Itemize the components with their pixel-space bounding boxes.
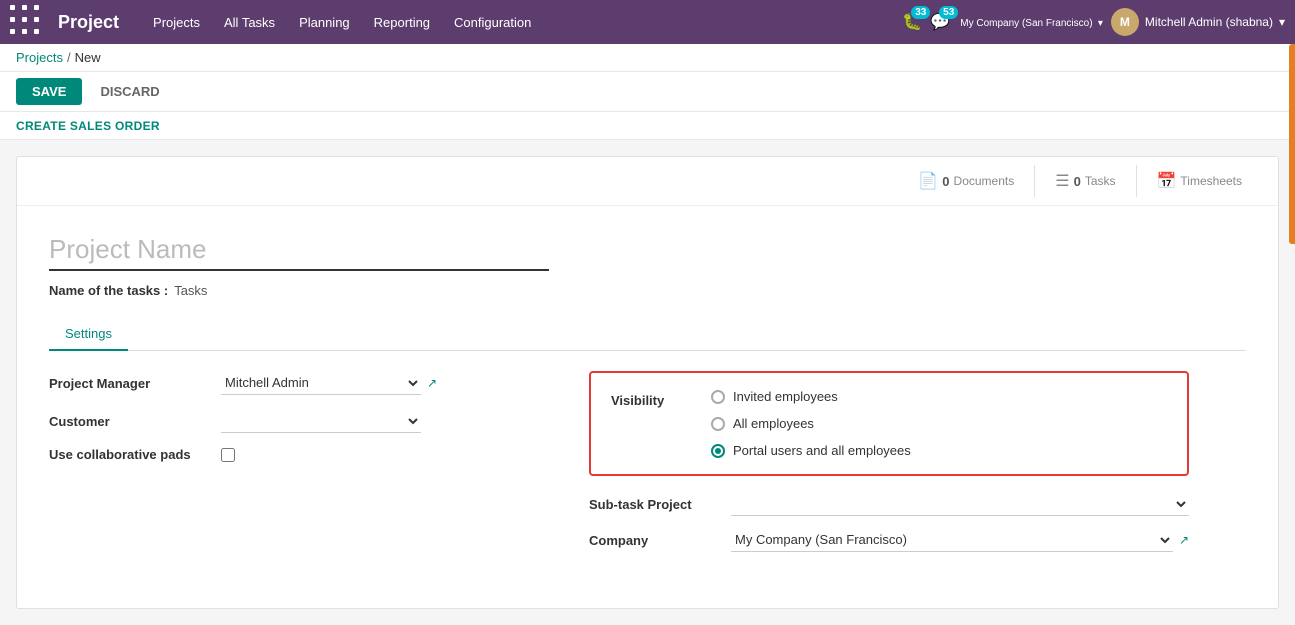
documents-button[interactable]: 📄 0 Documents <box>898 165 1034 197</box>
main-menu: Projects All Tasks Planning Reporting Co… <box>143 9 902 36</box>
visibility-options: Invited employees All employees Portal u… <box>711 389 911 458</box>
message-badge: 53 <box>939 6 958 19</box>
brand-title[interactable]: Project <box>58 12 119 33</box>
company-selector[interactable]: My Company (San Francisco) ▾ <box>958 15 1103 29</box>
main-content: 📄 0 Documents ☰ 0 Tasks 📅 Timesheets Nam… <box>0 140 1295 625</box>
visibility-invited-radio[interactable] <box>711 390 725 404</box>
visibility-invited-option[interactable]: Invited employees <box>711 389 911 404</box>
tab-content: Project Manager Mitchell Admin ↗ Custome… <box>49 351 1246 584</box>
menu-planning[interactable]: Planning <box>289 9 360 36</box>
timesheets-button[interactable]: 📅 Timesheets <box>1136 165 1263 197</box>
form-tabs: Settings <box>49 318 1246 351</box>
visibility-all-option[interactable]: All employees <box>711 416 911 431</box>
breadcrumb-separator: / <box>67 50 71 65</box>
discard-button[interactable]: DISCARD <box>90 78 169 105</box>
tasks-count: 0 <box>1074 174 1081 189</box>
subtask-project-label: Sub-task Project <box>589 497 719 512</box>
menu-reporting[interactable]: Reporting <box>364 9 440 36</box>
navbar-right: 🐛 33 💬 53 My Company (San Francisco) ▾ M… <box>902 8 1285 36</box>
collab-pads-control <box>221 448 549 462</box>
form-body: Name of the tasks : Tasks Settings Proje… <box>17 206 1278 608</box>
sub-action-bar: CREATE SALES ORDER <box>0 112 1295 140</box>
user-menu[interactable]: M Mitchell Admin (shabna) ▾ <box>1111 8 1285 36</box>
tasks-label: Tasks <box>1085 174 1116 188</box>
tasks-icon: ☰ <box>1055 171 1069 191</box>
documents-label: Documents <box>954 174 1015 188</box>
company-external-link-icon[interactable]: ↗ <box>1179 533 1189 547</box>
collab-pads-checkbox[interactable] <box>221 448 235 462</box>
tasks-name-row: Name of the tasks : Tasks <box>49 283 1246 298</box>
project-manager-control: Mitchell Admin ↗ <box>221 371 549 395</box>
subtask-project-select[interactable] <box>731 492 1189 516</box>
visibility-all-label: All employees <box>733 416 814 431</box>
bug-badge: 33 <box>911 6 930 19</box>
timesheets-label: Timesheets <box>1180 174 1242 188</box>
visibility-portal-label: Portal users and all employees <box>733 443 911 458</box>
menu-configuration[interactable]: Configuration <box>444 9 541 36</box>
apps-grid-icon[interactable] <box>10 5 44 39</box>
message-icon[interactable]: 💬 53 <box>930 12 950 32</box>
tab-left: Project Manager Mitchell Admin ↗ Custome… <box>49 371 549 564</box>
project-manager-label: Project Manager <box>49 376 209 391</box>
customer-label: Customer <box>49 414 209 429</box>
breadcrumb-link[interactable]: Projects <box>16 50 63 65</box>
visibility-section: Visibility Invited employees All employe… <box>589 371 1189 476</box>
collab-pads-label: Use collaborative pads <box>49 447 209 462</box>
project-name-input[interactable] <box>49 230 549 271</box>
top-navbar: Project Projects All Tasks Planning Repo… <box>0 0 1295 44</box>
visibility-all-radio[interactable] <box>711 417 725 431</box>
subtask-project-field: Sub-task Project <box>589 492 1189 516</box>
documents-count: 0 <box>942 174 949 189</box>
breadcrumb: Projects / New <box>0 44 1295 72</box>
visibility-portal-radio[interactable] <box>711 444 725 458</box>
card-top-bar: 📄 0 Documents ☰ 0 Tasks 📅 Timesheets <box>17 157 1278 206</box>
timesheets-icon: 📅 <box>1157 171 1177 191</box>
action-bar: SAVE DISCARD <box>0 72 1295 112</box>
tab-settings[interactable]: Settings <box>49 318 128 351</box>
project-manager-field: Project Manager Mitchell Admin ↗ <box>49 371 549 395</box>
customer-control <box>221 409 549 433</box>
visibility-label: Visibility <box>611 393 691 458</box>
customer-select[interactable] <box>221 409 421 433</box>
tasks-button[interactable]: ☰ 0 Tasks <box>1034 165 1135 197</box>
menu-all-tasks[interactable]: All Tasks <box>214 9 285 36</box>
tasks-name-value: Tasks <box>174 283 207 298</box>
create-sales-order-link[interactable]: CREATE SALES ORDER <box>16 119 160 133</box>
menu-projects[interactable]: Projects <box>143 9 210 36</box>
form-card: 📄 0 Documents ☰ 0 Tasks 📅 Timesheets Nam… <box>16 156 1279 609</box>
visibility-portal-option[interactable]: Portal users and all employees <box>711 443 911 458</box>
breadcrumb-current: New <box>75 50 101 65</box>
subtask-project-control <box>731 492 1189 516</box>
company-field: Company My Company (San Francisco) ↗ <box>589 528 1189 552</box>
right-sidebar-indicator <box>1289 44 1295 244</box>
tab-right: Visibility Invited employees All employe… <box>589 371 1189 564</box>
company-select[interactable]: My Company (San Francisco) <box>731 528 1173 552</box>
company-control: My Company (San Francisco) ↗ <box>731 528 1189 552</box>
project-manager-external-link-icon[interactable]: ↗ <box>427 376 437 390</box>
visibility-invited-label: Invited employees <box>733 389 838 404</box>
save-button[interactable]: SAVE <box>16 78 82 105</box>
project-manager-select[interactable]: Mitchell Admin <box>221 371 421 395</box>
company-label: Company <box>589 533 719 548</box>
collab-pads-field: Use collaborative pads <box>49 447 549 462</box>
bug-icon[interactable]: 🐛 33 <box>902 12 922 32</box>
document-icon: 📄 <box>918 171 938 191</box>
tasks-name-label: Name of the tasks : <box>49 283 168 298</box>
customer-field: Customer <box>49 409 549 433</box>
avatar: M <box>1111 8 1139 36</box>
